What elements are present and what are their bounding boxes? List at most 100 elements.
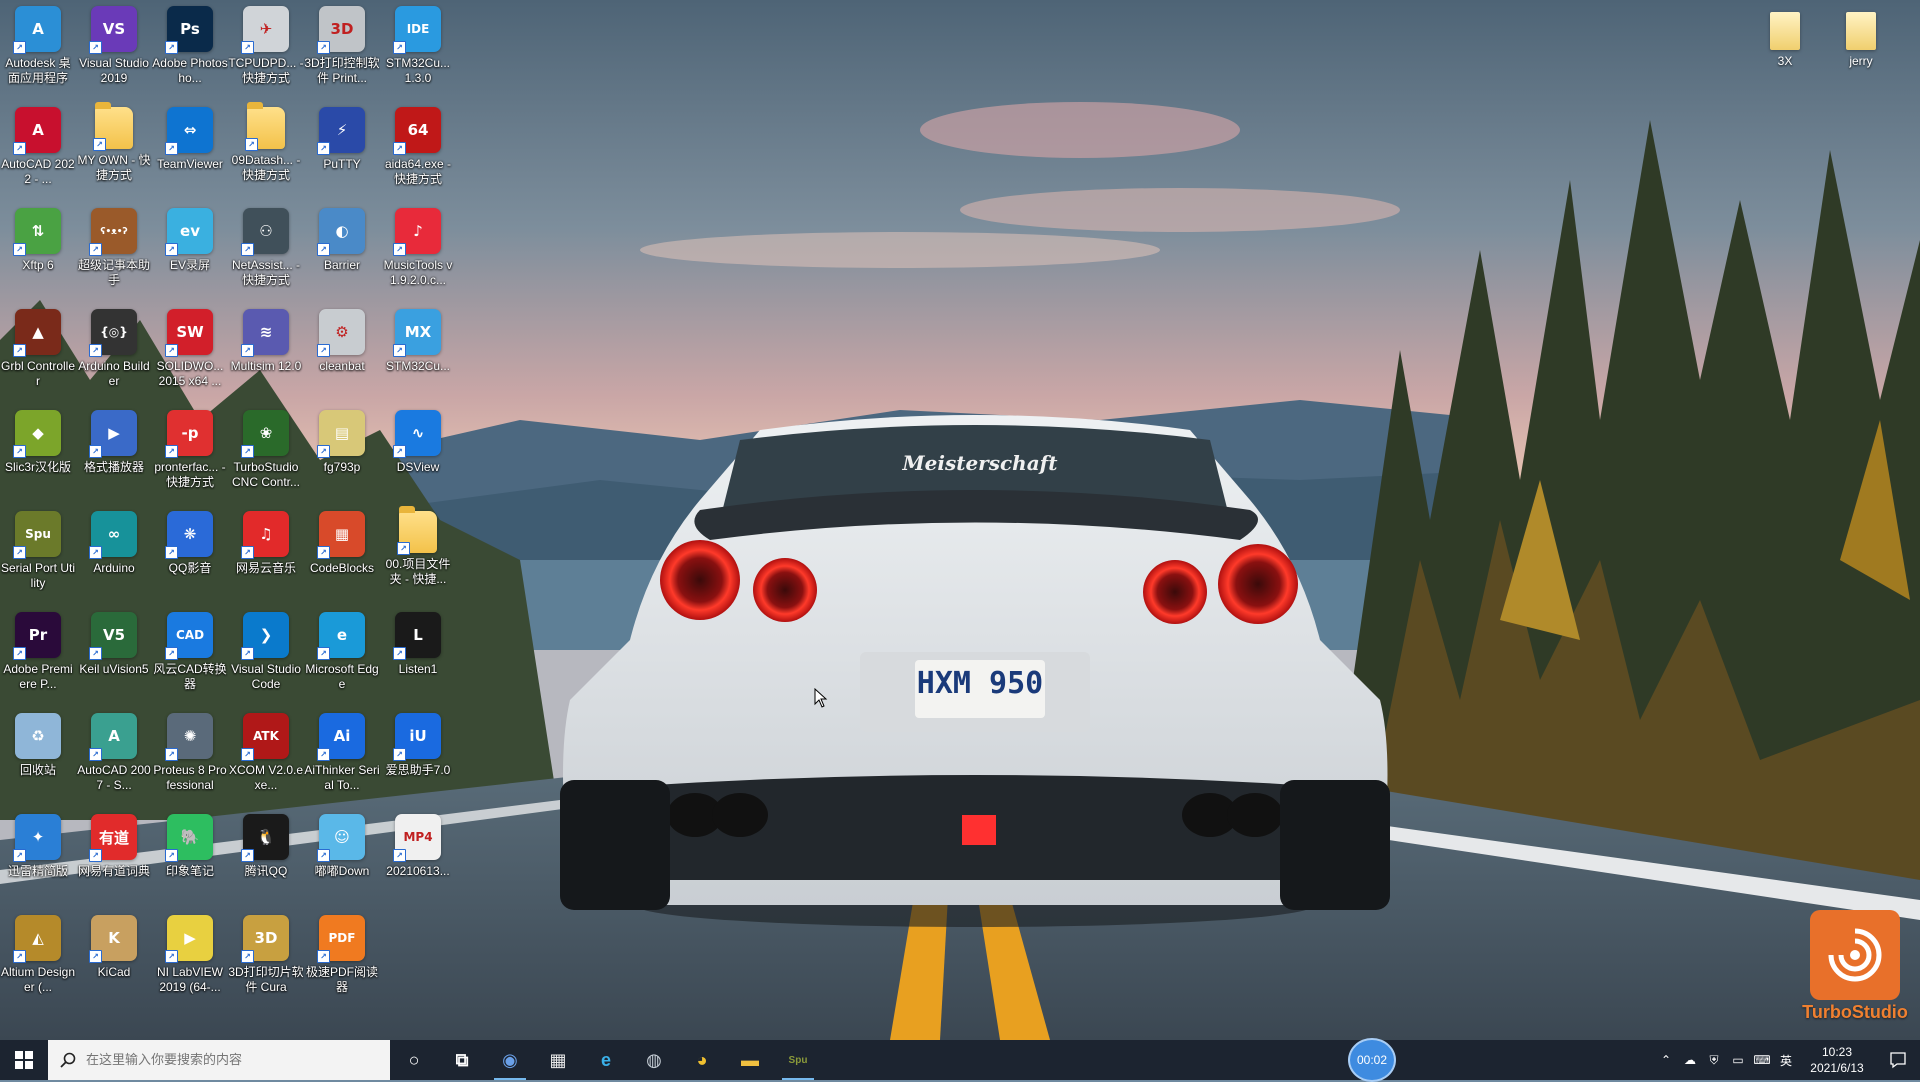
- desktop-icon-slic3r[interactable]: ◆ ↗ Slic3r汉化版: [0, 404, 76, 502]
- desktop-icon-folder[interactable]: ↗ MY OWN - 快捷方式: [76, 101, 152, 199]
- desktop-icon-codeblocks[interactable]: ▦ ↗ CodeBlocks: [304, 505, 380, 603]
- desktop-icon-label: Keil uVision5: [79, 662, 149, 676]
- taskbar-button-file-explorer[interactable]: ▬: [726, 1040, 774, 1080]
- taskbar-button-chat-app[interactable]: ◍: [630, 1040, 678, 1080]
- desktop-icon-jerry-folder[interactable]: jerry: [1831, 0, 1891, 80]
- photoshop-icon: Ps ↗: [165, 6, 213, 54]
- desktop-icon-cleanbat[interactable]: ⚙ ↗ cleanbat: [304, 303, 380, 401]
- taskbar-button-edge[interactable]: e: [582, 1040, 630, 1080]
- input-method-indicator[interactable]: 英: [1774, 1040, 1798, 1080]
- desktop-icon-keil[interactable]: V5 ↗ Keil uVision5: [76, 606, 152, 704]
- desktop-icon-dudu-down[interactable]: ☺ ↗ 嘟嘟Down: [304, 808, 380, 906]
- desktop-icon-pdf-reader[interactable]: PDF ↗ 极速PDF阅读器: [304, 909, 380, 1007]
- taskbar-button-cortana[interactable]: ○: [390, 1040, 438, 1080]
- shortcut-arrow-icon: ↗: [13, 647, 26, 660]
- xcom-icon: ATK ↗: [241, 713, 289, 761]
- desktop-icon-xcom[interactable]: ATK ↗ XCOM V2.0.exe...: [228, 707, 304, 805]
- folder-icon: [1846, 12, 1876, 50]
- desktop-icon-ev-recorder[interactable]: ev ↗ EV录屏: [152, 202, 228, 300]
- taskbar-button-chrome[interactable]: ◕: [678, 1040, 726, 1080]
- desktop-icon-fg793p[interactable]: ▤ ↗ fg793p: [304, 404, 380, 502]
- desktop-icon-pronterface[interactable]: -p ↗ pronterfac... - 快捷方式: [152, 404, 228, 502]
- bear-app-icon: ʕ•ᴥ•ʔ ↗: [89, 208, 137, 256]
- desktop-icon-putty[interactable]: ⚡ ↗ PuTTY: [304, 101, 380, 199]
- taskbar-button-task-view[interactable]: ⧉: [438, 1040, 486, 1080]
- desktop-icon-3d-print[interactable]: 3D ↗ 3D打印控制软件 Print...: [304, 0, 380, 98]
- desktop-icon-folder[interactable]: ↗ 09Datash... - 快捷方式: [228, 101, 304, 199]
- desktop-icon-edge[interactable]: e ↗ Microsoft Edge: [304, 606, 380, 704]
- desktop-icon-photoshop[interactable]: Ps ↗ Adobe Photosho...: [152, 0, 228, 98]
- taskbar-button-calculator[interactable]: ▦: [534, 1040, 582, 1080]
- desktop-icon-xftp[interactable]: ⇅ ↗ Xftp 6: [0, 202, 76, 300]
- desktop-icon-video-player[interactable]: ▶ ↗ 格式播放器: [76, 404, 152, 502]
- network-icon[interactable]: ▭: [1726, 1040, 1750, 1080]
- desktop-icon-label: NI LabVIEW 2019 (64-...: [156, 965, 224, 994]
- desktop-icon-cura[interactable]: 3D ↗ 3D打印切片软件 Cura: [228, 909, 304, 1007]
- desktop-icon-cad-converter[interactable]: CAD ↗ 风云CAD转换器: [152, 606, 228, 704]
- desktop-icon-label: 爱思助手7.0: [385, 763, 451, 777]
- desktop-icon-barrier[interactable]: ◐ ↗ Barrier: [304, 202, 380, 300]
- desktop-icon-label: AutoCAD 2007 - S...: [77, 763, 151, 792]
- desktop-icon-proteus[interactable]: ✺ ↗ Proteus 8 Professional: [152, 707, 228, 805]
- desktop-icon-aithinker[interactable]: Ai ↗ AiThinker Serial To...: [304, 707, 380, 805]
- windshield-banner-text: Meisterschaft: [902, 451, 1059, 475]
- desktop-icon-aida64[interactable]: 64 ↗ aida64.exe - 快捷方式: [380, 101, 456, 199]
- desktop-icon-serial-port-utility[interactable]: Spu ↗ Serial Port Utility: [0, 505, 76, 603]
- desktop-icon-listen1[interactable]: L ↗ Listen1: [380, 606, 456, 704]
- desktop-icon-qq-player[interactable]: ❋ ↗ QQ影音: [152, 505, 228, 603]
- recording-timer-badge[interactable]: 00:02: [1348, 1038, 1396, 1082]
- shortcut-arrow-icon: ↗: [393, 142, 406, 155]
- desktop-icon-label: STM32Cu... 1.3.0: [385, 56, 451, 85]
- desktop-icon-autocad-2007[interactable]: A ↗ AutoCAD 2007 - S...: [76, 707, 152, 805]
- desktop-icon-altium[interactable]: ◭ ↗ Altium Designer (...: [0, 909, 76, 1007]
- desktop-icon-stm32cube-mx[interactable]: MX ↗ STM32Cu...: [380, 303, 456, 401]
- desktop-icon-teamviewer[interactable]: ⇔ ↗ TeamViewer: [152, 101, 228, 199]
- desktop-icon-autocad[interactable]: A ↗ AutoCAD 2022 - ...: [0, 101, 76, 199]
- desktop-icon-evernote[interactable]: 🐘 ↗ 印象笔记: [152, 808, 228, 906]
- desktop-icon-solidworks[interactable]: SW ↗ SOLIDWO... 2015 x64 ...: [152, 303, 228, 401]
- shortcut-arrow-icon: ↗: [13, 950, 26, 963]
- desktop-icon-recycle-bin[interactable]: ♻ 回收站: [0, 707, 76, 805]
- desktop-icon-premiere[interactable]: Pr ↗ Adobe Premiere P...: [0, 606, 76, 704]
- desktop-icon-xunlei[interactable]: ✦ ↗ 迅雷精简版: [0, 808, 76, 906]
- show-hidden-icons-chevron-icon[interactable]: ⌃: [1654, 1040, 1678, 1080]
- security-shield-icon[interactable]: ⛨: [1702, 1040, 1726, 1080]
- taskbar-button-serial-utility[interactable]: Spu: [774, 1040, 822, 1080]
- desktop-icon-vscode[interactable]: ❯ ↗ Visual Studio Code: [228, 606, 304, 704]
- video-player-icon: ▶ ↗: [89, 410, 137, 458]
- desktop-icon-label: 00.项目文件夹 - 快捷...: [385, 557, 451, 586]
- taskbar-pinned-apps: ○ ⧉ ◉ ▦ e ◍ ◕ ▬ Spu: [390, 1040, 822, 1080]
- desktop-icon-arduino[interactable]: ∞ ↗ Arduino: [76, 505, 152, 603]
- desktop-icon-label: 迅雷精简版: [7, 864, 68, 878]
- desktop-icon-stm32cube-ide[interactable]: IDE ↗ STM32Cu... 1.3.0: [380, 0, 456, 98]
- desktop-icon-dsview[interactable]: ∿ ↗ DSView: [380, 404, 456, 502]
- start-button[interactable]: [0, 1040, 48, 1080]
- desktop-icon-folder[interactable]: ↗ 00.项目文件夹 - 快捷...: [380, 505, 456, 603]
- desktop-icon-tcpudp[interactable]: ✈ ↗ TCPUDPD... - 快捷方式: [228, 0, 304, 98]
- desktop-icon-musictools[interactable]: ♪ ↗ MusicTools v1.9.2.0.c...: [380, 202, 456, 300]
- desktop-icon-turbostudio-cnc[interactable]: ❀ ↗ TurboStudio CNC Contr...: [228, 404, 304, 502]
- cloud-icon[interactable]: ☁: [1678, 1040, 1702, 1080]
- desktop-icon-multisim[interactable]: ≋ ↗ Multisim 12.0: [228, 303, 304, 401]
- taskbar-button-app-globe[interactable]: ◉: [486, 1040, 534, 1080]
- desktop-icon-youdao[interactable]: 有道 ↗ 网易有道词典: [76, 808, 152, 906]
- taskbar-clock[interactable]: 10:23 2021/6/13: [1798, 1044, 1876, 1076]
- desktop-icon-grbl-controller[interactable]: ▲ ↗ Grbl Controller: [0, 303, 76, 401]
- folder-icon: [1770, 12, 1800, 50]
- desktop-icon-i4-assistant[interactable]: iU ↗ 爱思助手7.0: [380, 707, 456, 805]
- desktop-icon-netease-music[interactable]: ♫ ↗ 网易云音乐: [228, 505, 304, 603]
- desktop-icon-arduino-builder[interactable]: {◎} ↗ Arduino Builder: [76, 303, 152, 401]
- keyboard-icon[interactable]: ⌨: [1750, 1040, 1774, 1080]
- desktop-icon-3x-folder[interactable]: 3X: [1755, 0, 1815, 80]
- desktop-icon-netassist[interactable]: ⚇ ↗ NetAssist... - 快捷方式: [228, 202, 304, 300]
- desktop-icon-qq[interactable]: 🐧 ↗ 腾讯QQ: [228, 808, 304, 906]
- desktop-icon-labview[interactable]: ▶ ↗ NI LabVIEW 2019 (64-...: [152, 909, 228, 1007]
- desktop-icon-kicad[interactable]: K ↗ KiCad: [76, 909, 152, 1007]
- taskbar-search-box[interactable]: [48, 1040, 390, 1080]
- taskbar-search-input[interactable]: [84, 1051, 378, 1069]
- desktop-icon-visual-studio[interactable]: VS ↗ Visual Studio 2019: [76, 0, 152, 98]
- desktop-icon-bear-app[interactable]: ʕ•ᴥ•ʔ ↗ 超级记事本助手: [76, 202, 152, 300]
- desktop-icon-autodesk[interactable]: A ↗ Autodesk 桌面应用程序: [0, 0, 76, 98]
- desktop-icon-mp4-file[interactable]: MP4 ↗ 20210613...: [380, 808, 456, 906]
- action-center-button[interactable]: [1876, 1040, 1920, 1080]
